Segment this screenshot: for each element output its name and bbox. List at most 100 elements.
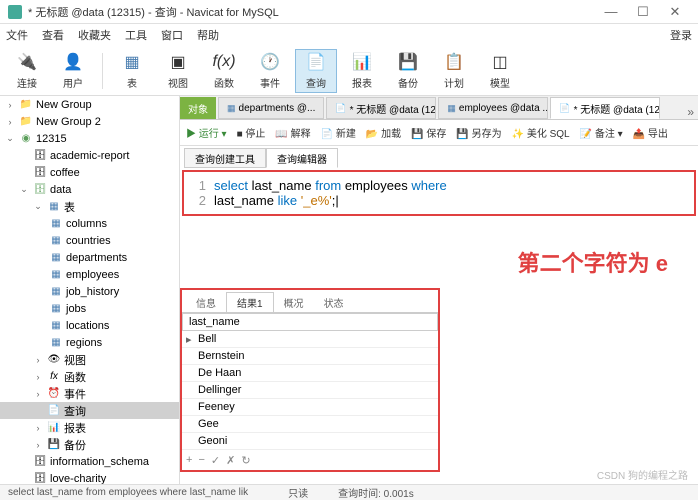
menu-tools[interactable]: 工具 [125, 27, 147, 43]
toolbar-backup[interactable]: 💾备份 [387, 49, 429, 93]
toolbar-view[interactable]: ▣视图 [157, 49, 199, 93]
content-tabs: 对象 ▦departments @... 📄* 无标题 @data (12...… [180, 96, 698, 120]
function-icon: f(x) [213, 51, 235, 73]
toolbar-report[interactable]: 📊报表 [341, 49, 383, 93]
menu-window[interactable]: 窗口 [161, 27, 183, 43]
table-row[interactable]: ▸Bell [182, 331, 438, 348]
menu-help[interactable]: 帮助 [197, 27, 219, 43]
tree-regions[interactable]: regions [66, 337, 102, 349]
add-row-button[interactable]: + [186, 454, 192, 466]
app-icon [8, 5, 22, 19]
table-row[interactable]: Gee [182, 416, 438, 433]
action-save[interactable]: 💾 保存 [411, 125, 446, 140]
tree-tables[interactable]: 表 [64, 199, 75, 215]
tree-funcs[interactable]: 函数 [64, 369, 86, 385]
tree-columns[interactable]: columns [66, 218, 107, 230]
tree-coffee[interactable]: coffee [50, 167, 80, 179]
table-row[interactable]: Dellinger [182, 382, 438, 399]
tab-untitled1[interactable]: 📄* 无标题 @data (12... [326, 97, 436, 119]
folder-icon: 📁 [19, 99, 33, 111]
close-button[interactable]: ✕ [660, 2, 690, 22]
results-tab-summary[interactable]: 概况 [274, 292, 314, 312]
action-saveas[interactable]: 💾 另存为 [456, 125, 501, 140]
table-row[interactable]: Feeney [182, 399, 438, 416]
tree-events[interactable]: 事件 [64, 386, 86, 402]
query-icon: 📄 [335, 103, 346, 114]
row-marker-icon: ▸ [186, 333, 198, 346]
tab-untitled2[interactable]: 📄* 无标题 @data (12... [550, 97, 660, 119]
tree-data[interactable]: data [50, 184, 71, 196]
tree-locations[interactable]: locations [66, 320, 109, 332]
maximize-button[interactable]: ☐ [628, 2, 658, 22]
tree-backups[interactable]: 备份 [64, 437, 86, 453]
toolbar-user[interactable]: 👤用户 [52, 49, 94, 93]
minimize-button[interactable]: — [596, 2, 626, 22]
action-stop[interactable]: ■ 停止 [237, 125, 266, 140]
tree-reports[interactable]: 报表 [64, 420, 86, 436]
backup-icon: 💾 [47, 439, 61, 451]
refresh-button[interactable]: ↻ [241, 454, 250, 467]
sql-editor[interactable]: 1 select last_name from employees where … [182, 170, 696, 216]
cancel-button[interactable]: ✗ [226, 454, 235, 467]
report-icon: 📊 [351, 51, 373, 73]
menu-file[interactable]: 文件 [6, 27, 28, 43]
login-link[interactable]: 登录 [670, 27, 692, 43]
tree-academic[interactable]: academic-report [50, 150, 129, 162]
tree-newgroup[interactable]: New Group [36, 99, 92, 111]
toolbar-plan[interactable]: 📋计划 [433, 49, 475, 93]
db-icon: 🗄 [33, 184, 47, 196]
toolbar-table[interactable]: ▦表 [111, 49, 153, 93]
tab-employees[interactable]: ▦employees @data ... [438, 97, 548, 119]
action-note[interactable]: 📝 备注 ▾ [580, 125, 623, 140]
menu-view[interactable]: 查看 [42, 27, 64, 43]
results-tab-info[interactable]: 信息 [186, 292, 226, 312]
tree-views[interactable]: 视图 [64, 352, 86, 368]
table-icon: ▦ [227, 103, 236, 114]
tree-queries[interactable]: 查询 [64, 403, 86, 419]
connection-tree[interactable]: ›📁New Group ›📁New Group 2 ⌄◉12315 🗄acade… [0, 96, 180, 486]
tree-newgroup2[interactable]: New Group 2 [36, 116, 101, 128]
views-icon: 👁 [47, 354, 61, 366]
tree-jobs[interactable]: jobs [66, 303, 86, 315]
tree-infoschema[interactable]: information_schema [50, 456, 149, 468]
tables-icon: ▦ [47, 201, 61, 213]
toolbar-event[interactable]: 🕐事件 [249, 49, 291, 93]
tab-nav-right[interactable]: » [683, 105, 698, 119]
table-row[interactable]: Geoni [182, 433, 438, 450]
tree-connection[interactable]: 12315 [36, 133, 67, 145]
tree-jobhistory[interactable]: job_history [66, 286, 119, 298]
column-header[interactable]: last_name [182, 313, 438, 331]
table-icon: ▦ [49, 303, 63, 315]
toolbar-function[interactable]: f(x)函数 [203, 49, 245, 93]
action-explain[interactable]: 📖 解释 [275, 125, 310, 140]
results-tab-status[interactable]: 状态 [314, 292, 354, 312]
tree-departments[interactable]: departments [66, 252, 127, 264]
toolbar-query[interactable]: 📄查询 [295, 49, 337, 93]
table-icon: ▦ [49, 218, 63, 230]
tree-lovecharity[interactable]: love-charity [50, 473, 106, 485]
delete-row-button[interactable]: − [198, 454, 204, 466]
tree-employees[interactable]: employees [66, 269, 119, 281]
action-new[interactable]: 📄 新建 [321, 125, 356, 140]
tab-objects[interactable]: 对象 [180, 97, 216, 119]
toolbar-model[interactable]: ◫模型 [479, 49, 521, 93]
subtab-editor[interactable]: 查询编辑器 [266, 148, 338, 168]
action-export[interactable]: 📤 导出 [633, 125, 668, 140]
tab-departments[interactable]: ▦departments @... [218, 97, 324, 119]
commit-button[interactable]: ✓ [211, 454, 220, 467]
query-icon: 📄 [305, 51, 327, 73]
subtab-builder[interactable]: 查询创建工具 [184, 148, 266, 168]
results-tab-result[interactable]: 结果1 [226, 292, 274, 312]
results-grid[interactable]: last_name ▸Bell Bernstein De Haan Dellin… [182, 312, 438, 450]
annotation-text: 第二个字符为 e [518, 246, 668, 278]
query-icon: 📄 [559, 103, 570, 114]
action-beautify[interactable]: ✨ 美化 SQL [512, 125, 570, 140]
table-row[interactable]: De Haan [182, 365, 438, 382]
tree-countries[interactable]: countries [66, 235, 111, 247]
toolbar-connect[interactable]: 🔌连接 [6, 49, 48, 93]
menu-favorites[interactable]: 收藏夹 [78, 27, 111, 43]
table-icon: ▦ [49, 337, 63, 349]
action-load[interactable]: 📂 加载 [366, 125, 401, 140]
action-run[interactable]: ▶ 运行 ▾ [186, 125, 227, 140]
table-row[interactable]: Bernstein [182, 348, 438, 365]
